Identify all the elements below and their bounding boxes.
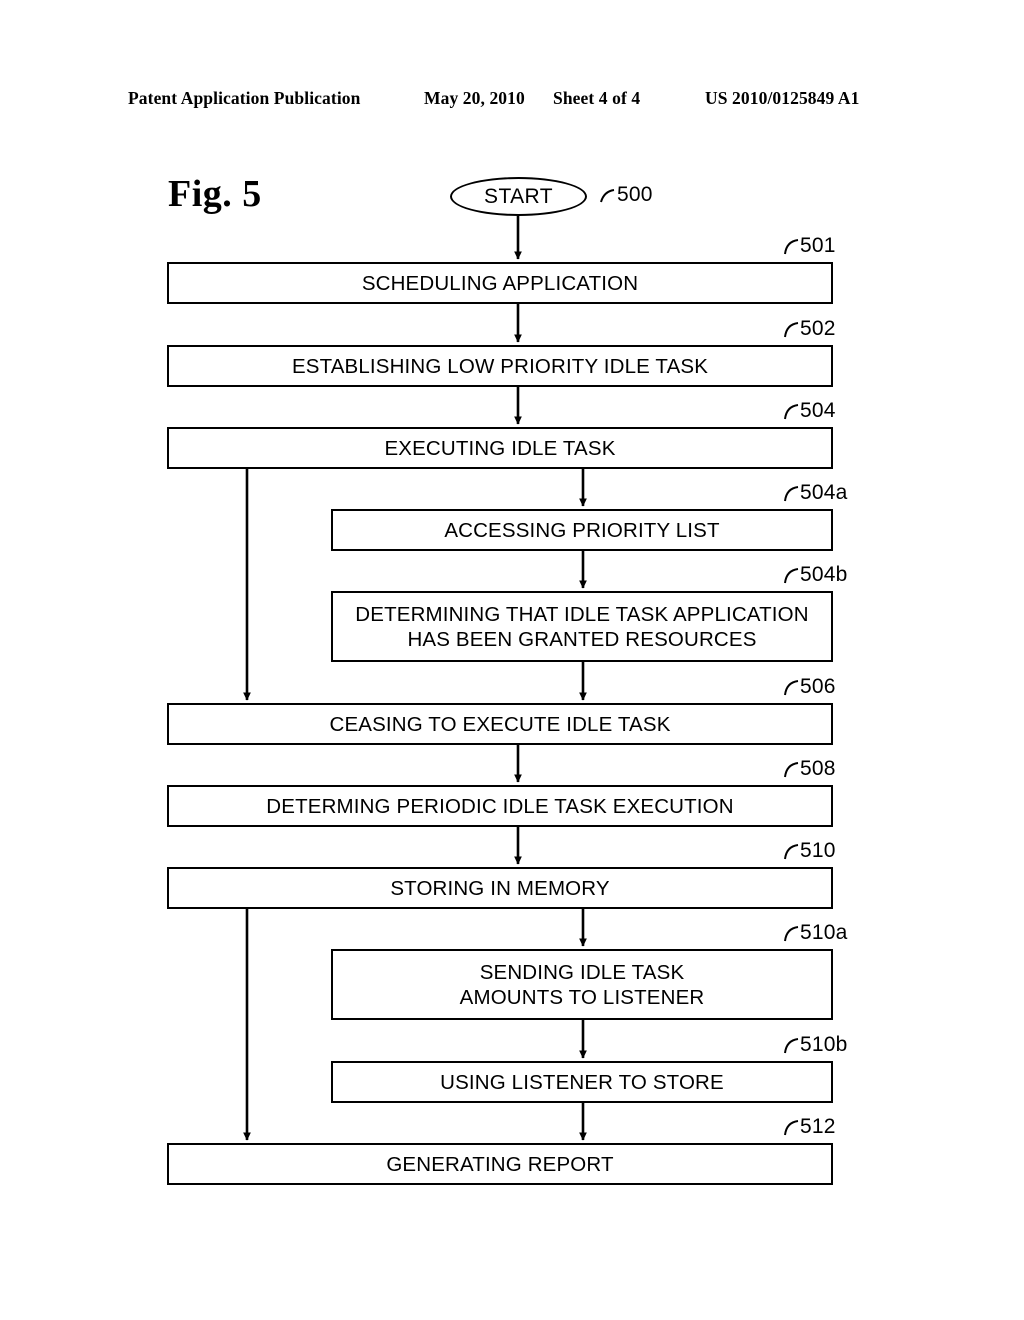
start-terminal: START <box>450 177 587 216</box>
ref-numeral-504a-text: 504a <box>800 481 848 504</box>
leader-line-icon <box>784 568 799 584</box>
ref-numeral-508: 508 <box>783 757 836 781</box>
ref-numeral-504: 504 <box>783 399 836 423</box>
leader-line-icon <box>600 189 615 203</box>
ref-numeral-504-text: 504 <box>800 399 836 422</box>
ref-numeral-510a: 510a <box>783 921 848 945</box>
leader-line-icon <box>784 1120 799 1136</box>
leader-line-icon <box>784 762 799 778</box>
process-box-510b: USING LISTENER TO STORE <box>331 1061 833 1103</box>
leader-line-icon <box>784 844 799 860</box>
process-box-504: EXECUTING IDLE TASK <box>167 427 833 469</box>
start-terminal-label: START <box>484 184 553 208</box>
ref-numeral-504a: 504a <box>783 481 848 505</box>
process-box-501: SCHEDULING APPLICATION <box>167 262 833 304</box>
process-box-512-label: GENERATING REPORT <box>386 1152 614 1176</box>
ref-numeral-504b-text: 504b <box>800 563 848 586</box>
ref-numeral-510b: 510b <box>783 1033 848 1057</box>
ref-numeral-504b: 504b <box>783 563 848 587</box>
process-box-502-label: ESTABLISHING LOW PRIORITY IDLE TASK <box>291 354 709 378</box>
process-box-510: STORING IN MEMORY <box>167 867 833 909</box>
process-box-506-label: CEASING TO EXECUTE IDLE TASK <box>329 712 671 736</box>
ref-numeral-512: 512 <box>783 1115 836 1139</box>
leader-line-icon <box>784 680 799 696</box>
leader-line-icon <box>784 404 799 420</box>
process-box-504b-label: DETERMINING THAT IDLE TASK APPLICATION H… <box>355 602 809 651</box>
process-box-510a: SENDING IDLE TASK AMOUNTS TO LISTENER <box>331 949 833 1020</box>
ref-numeral-501-text: 501 <box>800 234 836 257</box>
ref-numeral-508-text: 508 <box>800 757 836 780</box>
flowchart-diagram: START 500 SCHEDULING APPLICATION 501 EST… <box>0 0 1024 1320</box>
leader-line-icon <box>784 1038 799 1054</box>
process-box-501-label: SCHEDULING APPLICATION <box>361 271 639 295</box>
process-box-510a-label: SENDING IDLE TASK AMOUNTS TO LISTENER <box>459 960 705 1009</box>
process-box-510b-label: USING LISTENER TO STORE <box>440 1070 724 1094</box>
ref-numeral-500-text: 500 <box>617 183 653 206</box>
ref-numeral-510-text: 510 <box>800 839 836 862</box>
ref-numeral-502: 502 <box>783 317 836 341</box>
leader-line-icon <box>784 926 799 942</box>
ref-numeral-506-text: 506 <box>800 675 836 698</box>
leader-line-icon <box>784 322 799 338</box>
process-box-508: DETERMING PERIODIC IDLE TASK EXECUTION <box>167 785 833 827</box>
process-box-502: ESTABLISHING LOW PRIORITY IDLE TASK <box>167 345 833 387</box>
ref-numeral-500: 500 <box>600 183 653 207</box>
ref-numeral-502-text: 502 <box>800 317 836 340</box>
process-box-506: CEASING TO EXECUTE IDLE TASK <box>167 703 833 745</box>
process-box-504a: ACCESSING PRIORITY LIST <box>331 509 833 551</box>
process-box-510-label: STORING IN MEMORY <box>390 876 610 900</box>
ref-numeral-510b-text: 510b <box>800 1033 848 1056</box>
ref-numeral-501: 501 <box>783 234 836 258</box>
process-box-508-label: DETERMING PERIODIC IDLE TASK EXECUTION <box>266 794 734 818</box>
process-box-504b: DETERMINING THAT IDLE TASK APPLICATION H… <box>331 591 833 662</box>
process-box-512: GENERATING REPORT <box>167 1143 833 1185</box>
ref-numeral-506: 506 <box>783 675 836 699</box>
ref-numeral-512-text: 512 <box>800 1115 836 1138</box>
process-box-504a-label: ACCESSING PRIORITY LIST <box>444 518 720 542</box>
leader-line-icon <box>784 239 799 255</box>
ref-numeral-510a-text: 510a <box>800 921 848 944</box>
ref-numeral-510: 510 <box>783 839 836 863</box>
leader-line-icon <box>784 486 799 502</box>
process-box-504-label: EXECUTING IDLE TASK <box>384 436 616 460</box>
